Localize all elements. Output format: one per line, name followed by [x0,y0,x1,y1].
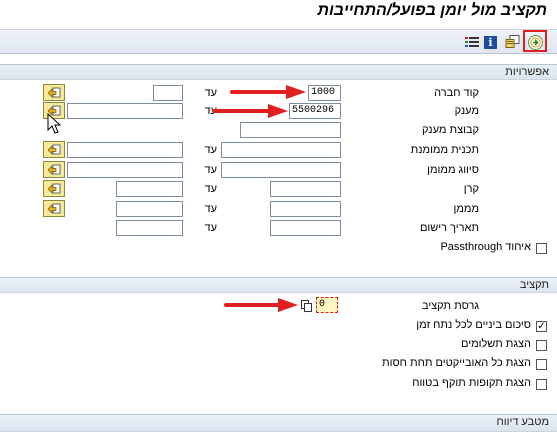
budget-header: תקציב [0,277,557,293]
sponsored-class-label: סיווג ממומן [427,164,479,176]
show-payments-label: הצגת תשלומים [460,338,531,350]
show-sponsored-objects-checkbox[interactable] [536,359,547,370]
show-payments-checkbox[interactable] [536,340,547,351]
passthrough-checkbox[interactable] [536,243,547,254]
sponsor-from-input[interactable] [270,201,341,217]
sponsor-multiselect-button[interactable] [43,200,65,217]
sponsor-to-input[interactable] [116,201,183,217]
page-title: תקציב מול יומן בפועל/התחייבות [317,2,547,19]
sponsored-program-multiselect-button[interactable] [43,141,65,158]
sponsored-program-to-label: עד [204,144,218,156]
fund-to-input[interactable] [116,181,183,197]
budget-section: תקציב [0,277,557,293]
sponsored-class-from-input[interactable] [221,162,341,178]
sponsor-to-label: עד [204,203,218,215]
fund-label: קרן [463,183,479,195]
subtotal-per-period-label: סיכום ביניים לכל נתח זמן [416,319,531,331]
mouse-cursor-icon [47,113,62,134]
sponsored-program-to-input[interactable] [67,142,183,158]
get-variant-icon[interactable] [504,34,520,50]
dynamic-selections-icon[interactable] [464,34,480,50]
company-code-to-label: עד [204,87,218,99]
execute-highlight-annotation [523,30,547,52]
company-code-label: קוד חברה [434,87,479,99]
budget-version-input[interactable]: 0 [316,297,338,313]
sponsored-class-to-input[interactable] [67,162,183,178]
company-code-to-input[interactable] [153,85,183,101]
sponsor-label: מממן [453,203,479,215]
fund-multiselect-button[interactable] [43,180,65,197]
sponsored-program-label: תכנית ממומנת [410,144,479,156]
show-validity-periods-label: הצגת תקופות תוקף בטווח [412,377,531,389]
show-validity-periods-checkbox[interactable] [536,379,547,390]
copy-icon[interactable] [300,299,313,312]
report-currency-header: מטבע דיווח [0,414,557,432]
grant-group-input[interactable] [240,122,341,138]
sponsored-class-to-label: עד [204,164,218,176]
passthrough-label: איחוד Passthrough [440,241,531,253]
show-sponsored-objects-label: הצגת כל האובייקטים תחת חסות [382,357,531,369]
posting-date-to-label: עד [204,222,218,234]
red-arrow-annotation [224,298,298,312]
sponsored-class-multiselect-button[interactable] [43,161,65,178]
posting-date-label: תאריך רישום [419,222,479,234]
grant-to-input[interactable] [67,103,183,119]
company-code-multiselect-button[interactable] [43,84,65,101]
grant-group-label: קבוצת מענק [422,124,479,136]
fund-to-label: עד [204,183,218,195]
posting-date-to-input[interactable] [116,220,183,236]
title-bar: תקציב מול יומן בפועל/התחייבות [0,0,557,29]
options-section: אפשרויות [0,64,557,80]
red-arrow-annotation [230,85,306,99]
posting-date-from-input[interactable] [270,220,341,236]
info-icon[interactable]: i [484,36,497,49]
company-code-from-input[interactable]: 1000 [308,85,341,101]
grant-label: מענק [454,105,479,117]
fund-from-input[interactable] [270,181,341,197]
red-arrow-annotation [212,104,288,118]
application-toolbar: i [0,29,557,54]
grant-from-input[interactable]: 5500296 [289,103,341,119]
report-currency-section: מטבע דיווח [0,414,557,432]
subtotal-per-period-checkbox[interactable]: ✓ [536,321,547,332]
budget-version-label: גרסת תקציב [421,300,479,312]
options-header: אפשרויות [0,64,557,80]
sponsored-program-from-input[interactable] [221,142,341,158]
